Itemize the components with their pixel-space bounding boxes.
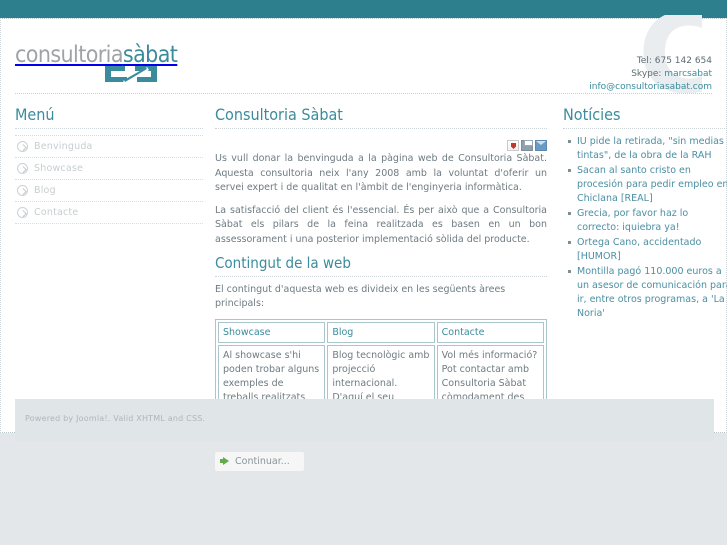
table-header-contacte: Contacte xyxy=(436,322,544,343)
sidebar-item-benvinguda[interactable]: Benvinguda xyxy=(15,135,203,158)
sidebar-menu-module: Menú Benvinguda Showcase Blog Contacte xyxy=(11,106,207,224)
sidebar-item-contacte[interactable]: Contacte xyxy=(15,202,203,224)
site-logo[interactable]: consultoriasàbat xyxy=(15,43,178,87)
article-paragraph-1: Us vull donar la benvinguda a la pàgina … xyxy=(215,153,547,193)
list-item[interactable]: Grecia, por favor haz lo correcto: iquie… xyxy=(568,207,727,235)
sidebar-item-label: Blog xyxy=(34,185,56,196)
site-header: C consultoriasàbat Tel: 675 142 654 Skyp… xyxy=(1,15,726,94)
section-subtitle: Contingut de la web xyxy=(215,254,351,272)
contact-skype: Skype: marcsabat xyxy=(589,68,712,81)
news-item-label: Sacan al santo cristo en procesión para … xyxy=(577,165,727,204)
news-module: Notícies IU pide la retirada, "sin media… xyxy=(559,106,727,322)
table-header-showcase: Showcase xyxy=(218,322,326,343)
sidebar-title: Menú xyxy=(15,105,55,124)
news-item-label: Grecia, por favor haz lo correcto: iquie… xyxy=(577,208,689,233)
list-item[interactable]: IU pide la retirada, "sin medias tintas"… xyxy=(568,135,727,163)
sidebar-item-blog[interactable]: Blog xyxy=(15,180,203,202)
article-paragraph-2: La satisfacció del client és l'essencial… xyxy=(215,204,547,245)
sidebar-item-label: Showcase xyxy=(34,163,84,174)
page-sheet: C consultoriasàbat Tel: 675 142 654 Skyp… xyxy=(0,15,727,471)
page-root: C consultoriasàbat Tel: 675 142 654 Skyp… xyxy=(0,0,727,545)
news-title: Notícies xyxy=(563,105,621,124)
footer-text: Powered by Joomla!. Valid XHTML and CSS. xyxy=(25,414,206,423)
news-item-label: Montilla pagó 110.000 euros a un asesor … xyxy=(577,266,727,319)
chevron-right-icon xyxy=(17,185,28,196)
continue-button-label: Continuar... xyxy=(235,455,290,467)
site-footer: Powered by Joomla!. Valid XHTML and CSS. xyxy=(15,399,714,441)
sidebar-item-label: Contacte xyxy=(34,207,79,218)
arrow-right-icon xyxy=(220,457,229,465)
news-title-divider xyxy=(563,128,727,129)
page-title-divider xyxy=(215,128,547,129)
sidebar-menu-list: Benvinguda Showcase Blog Contacte xyxy=(15,135,203,224)
chevron-right-icon xyxy=(17,163,28,174)
chevron-right-icon xyxy=(17,207,28,218)
sidebar-item-label: Benvinguda xyxy=(34,141,93,152)
contact-phone: Tel: 675 142 654 xyxy=(636,56,712,66)
list-item[interactable]: Montilla pagó 110.000 euros a un asesor … xyxy=(568,265,727,321)
list-item[interactable]: Ortega Cano, accidentado [HUMOR] xyxy=(568,236,727,264)
print-icon[interactable] xyxy=(521,140,533,151)
pdf-icon[interactable] xyxy=(507,140,519,151)
page-title: Consultoria Sàbat xyxy=(215,105,343,124)
top-accent-bar xyxy=(0,0,727,18)
contact-skype-value[interactable]: marcsabat xyxy=(664,69,712,79)
news-item-label: IU pide la retirada, "sin medias tintas"… xyxy=(577,136,724,161)
table-row-headers: Showcase Blog Contacte xyxy=(218,322,544,343)
header-contact-info: Tel: 675 142 654 Skype: marcsabat info@c… xyxy=(589,55,712,94)
news-list: IU pide la retirada, "sin medias tintas"… xyxy=(563,135,727,321)
news-item-label: Ortega Cano, accidentado [HUMOR] xyxy=(577,237,702,262)
section-lead-text: El contingut d'aquesta web es divideix e… xyxy=(215,284,506,309)
table-header-blog: Blog xyxy=(327,322,435,343)
logo-mark-icon xyxy=(105,66,157,84)
continue-button[interactable]: Continuar... xyxy=(215,451,304,471)
sidebar-item-showcase[interactable]: Showcase xyxy=(15,158,203,180)
article-tool-icons xyxy=(215,135,547,151)
list-item[interactable]: Sacan al santo cristo en procesión para … xyxy=(568,164,727,206)
email-icon[interactable] xyxy=(535,140,547,151)
sidebar-title-divider xyxy=(15,128,203,129)
section-subtitle-divider xyxy=(215,276,547,277)
contact-skype-label: Skype: xyxy=(631,69,665,79)
chevron-right-icon xyxy=(17,141,28,152)
